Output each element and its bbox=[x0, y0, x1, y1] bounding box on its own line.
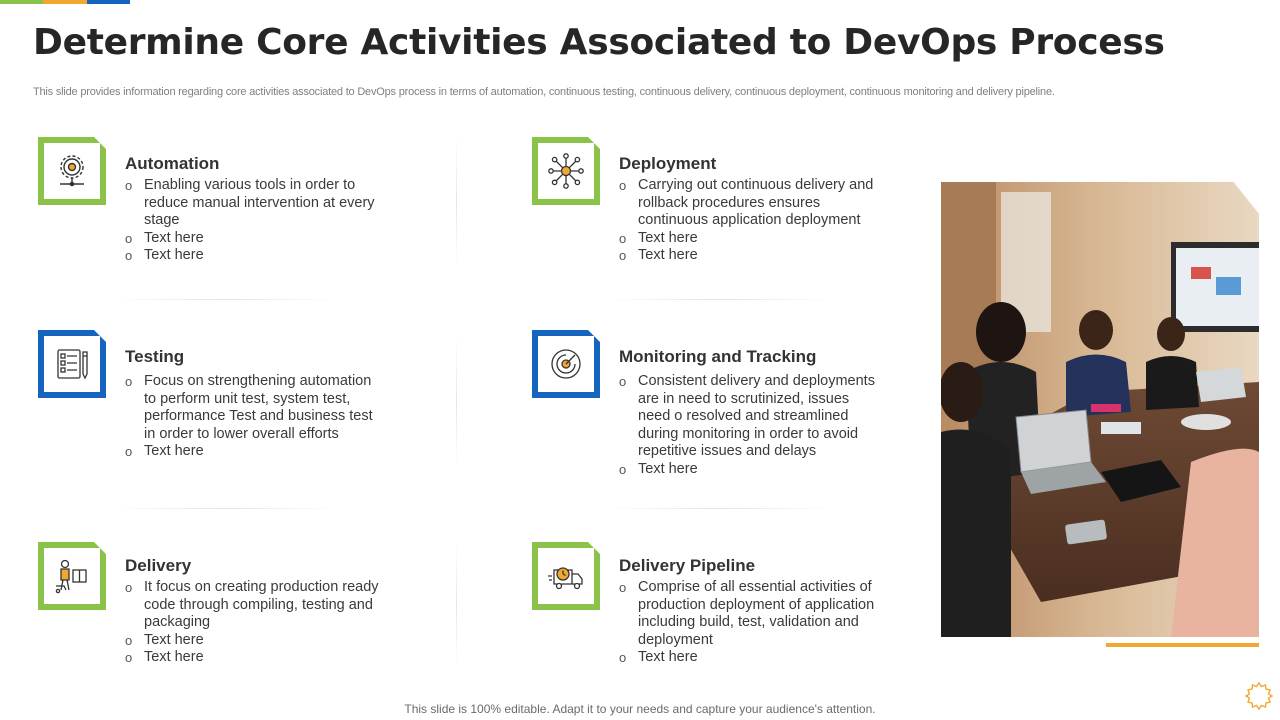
bullet-item: Comprise of all essential activities of … bbox=[619, 579, 879, 649]
bullet-item: Text here bbox=[125, 230, 385, 248]
column-divider bbox=[456, 335, 457, 470]
bullet-item: Text here bbox=[125, 443, 385, 461]
bullet-list: Carrying out continuous delivery and rol… bbox=[619, 177, 879, 265]
bullet-item: Enabling various tools in order to reduc… bbox=[125, 177, 385, 230]
bullet-item: Text here bbox=[125, 649, 385, 667]
bullet-item: Text here bbox=[619, 247, 879, 265]
bullet-item: Text here bbox=[619, 461, 879, 479]
icon-box bbox=[38, 542, 106, 610]
delivery-worker-icon bbox=[52, 556, 92, 596]
bullet-list: Consistent delivery and deployments are … bbox=[619, 373, 879, 479]
bullet-item: Text here bbox=[125, 632, 385, 650]
bullet-item: Text here bbox=[619, 230, 879, 248]
bullet-item: Carrying out continuous delivery and rol… bbox=[619, 177, 879, 230]
column-divider bbox=[456, 135, 457, 270]
bullet-list: It focus on creating production ready co… bbox=[125, 579, 385, 667]
gear-network-icon bbox=[52, 151, 92, 191]
meeting-photo bbox=[941, 182, 1259, 637]
row-divider bbox=[605, 508, 835, 509]
bullet-item: Consistent delivery and deployments are … bbox=[619, 373, 879, 461]
row-divider bbox=[110, 299, 340, 300]
gear-icon bbox=[1244, 681, 1274, 711]
slide-subtitle: This slide provides information regardin… bbox=[33, 86, 1055, 98]
card-title: Delivery bbox=[125, 556, 192, 575]
bullet-item: It focus on creating production ready co… bbox=[125, 579, 385, 632]
checklist-icon bbox=[52, 344, 92, 384]
bullet-item: Text here bbox=[619, 649, 879, 667]
hub-nodes-icon bbox=[546, 151, 586, 191]
card-title: Automation bbox=[125, 154, 220, 173]
bullet-item: Focus on strengthening automation to per… bbox=[125, 373, 385, 443]
bullet-item: Text here bbox=[125, 247, 385, 265]
footer-note: This slide is 100% editable. Adapt it to… bbox=[404, 702, 876, 716]
row-divider bbox=[605, 299, 835, 300]
delivery-truck-clock-icon bbox=[546, 556, 586, 596]
card-title: Testing bbox=[125, 347, 185, 366]
top-color-bar bbox=[0, 0, 130, 4]
icon-box bbox=[532, 137, 600, 205]
radar-icon bbox=[546, 344, 586, 384]
icon-box bbox=[38, 137, 106, 205]
photo-accent-bar bbox=[1106, 643, 1259, 647]
card-title: Deployment bbox=[619, 154, 717, 173]
card-title: Delivery Pipeline bbox=[619, 556, 756, 575]
icon-box bbox=[532, 542, 600, 610]
icon-box bbox=[532, 330, 600, 398]
card-title: Monitoring and Tracking bbox=[619, 347, 817, 366]
column-divider bbox=[456, 540, 457, 670]
icon-box bbox=[38, 330, 106, 398]
bullet-list: Focus on strengthening automation to per… bbox=[125, 373, 385, 461]
slide-title: Determine Core Activities Associated to … bbox=[33, 22, 1165, 63]
bullet-list: Enabling various tools in order to reduc… bbox=[125, 177, 385, 265]
row-divider bbox=[110, 508, 340, 509]
bullet-list: Comprise of all essential activities of … bbox=[619, 579, 879, 667]
